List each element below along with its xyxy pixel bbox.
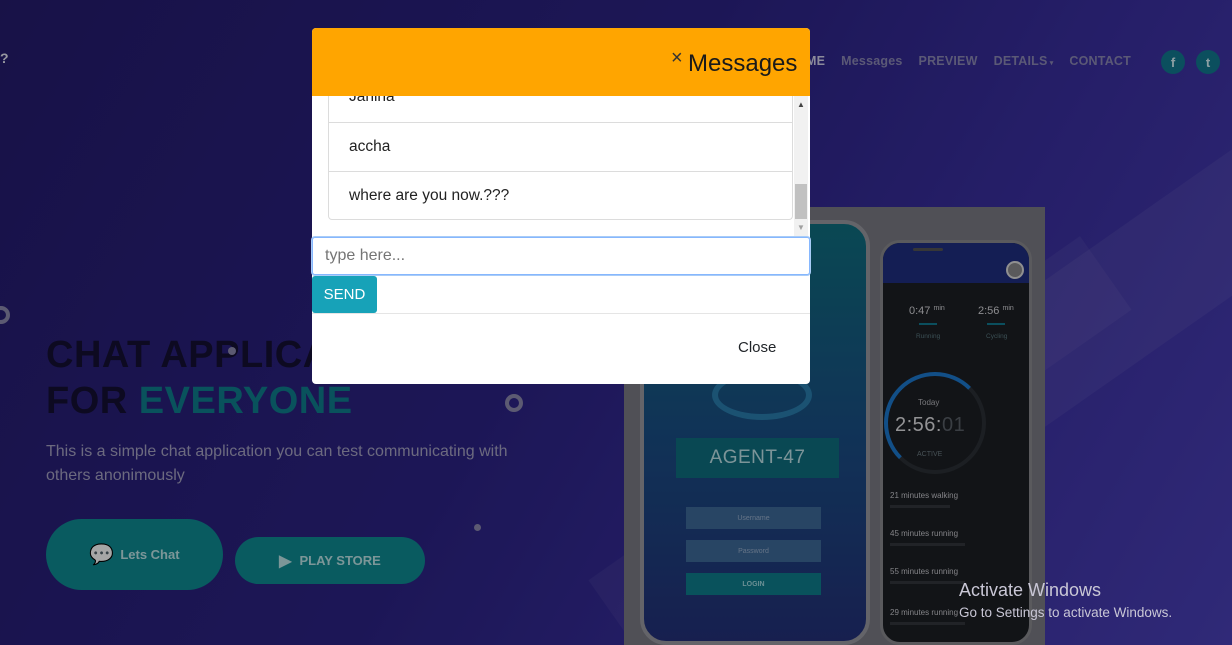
modal-title: Messages — [688, 50, 798, 77]
list-item: accha — [329, 122, 792, 171]
scroll-up-icon[interactable]: ▲ — [797, 100, 805, 109]
message-list[interactable]: Janina accha where are you now.??? — [328, 96, 793, 220]
activate-windows-title: Activate Windows — [959, 580, 1102, 600]
list-item: where are you now.??? — [329, 171, 792, 219]
message-input[interactable] — [312, 237, 810, 275]
list-item: Janina — [329, 96, 792, 121]
scroll-down-icon[interactable]: ▼ — [797, 223, 805, 232]
modal-footer-divider — [312, 313, 810, 314]
scroll-thumb[interactable] — [795, 184, 807, 219]
messages-modal: × Messages Janina accha where are you no… — [312, 28, 810, 384]
close-icon[interactable]: × — [671, 48, 683, 68]
modal-header: × Messages — [312, 28, 810, 96]
activate-windows-subtitle: Go to Settings to activate Windows. — [959, 605, 1173, 620]
close-button[interactable]: Close — [738, 339, 776, 356]
send-button[interactable]: SEND — [312, 276, 377, 313]
